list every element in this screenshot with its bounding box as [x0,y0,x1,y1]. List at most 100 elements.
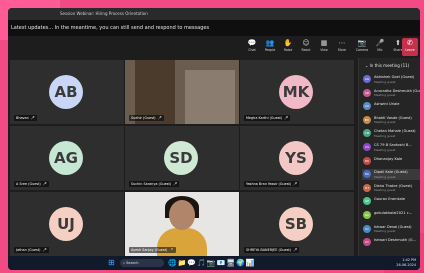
mic-muted-icon: 🎤 [42,182,47,186]
participant-list-item[interactable]: CS CS 79 B Santoshi B... Meeting guest [362,142,420,153]
raise-hand-button[interactable]: ✋ Raise [278,38,298,56]
chat-icon: 💬 [247,39,257,47]
leave-button[interactable]: ✆ Leave [402,38,418,56]
participant-name: Sudhir (Guest) 🎤 [129,115,164,121]
meeting-toolbar: 💬 Chat 👥 People ✋ Raise ☺ React ▦ View ⋯… [240,36,420,58]
grid-icon: ▦ [320,39,328,47]
avatar: YS [279,141,313,175]
participant-name: Chetan Mahale (Guest) [374,129,416,134]
participant-name: Gaurav Eramkale [374,197,406,202]
camera-button[interactable]: 📷 Camera [352,38,372,56]
participant-list-item[interactable]: ID Ishwar Desai (Guest) Meeting guest [362,224,420,235]
participant-name: CS 79 B Santoshi B... [374,143,412,147]
participant-role: Meeting guest [374,133,396,138]
system-clock[interactable]: 1:42 PM 26-06-2024 [378,258,416,268]
participant-role: Meeting guest [374,147,396,152]
avatar: UJ [49,207,83,241]
chat-button[interactable]: 💬 Chat [242,38,262,56]
title-bar: Session Webinar: Hiring Process Orientat… [8,8,420,20]
participant-role: Meeting guest [374,93,396,98]
mic-button[interactable]: 🎤 Mic [370,38,390,56]
view-button[interactable]: ▦ View [314,38,334,56]
avatar: AG [49,141,83,175]
participant-name: Suchin Saranya (Guest) 🎤 [129,181,180,187]
video-feed [185,70,235,124]
participant-list-item[interactable]: CM Chetan Mahale (Guest) Meeting guest [362,128,420,139]
avatar: MK [279,75,313,109]
mic-muted-icon: 🎤 [173,182,178,186]
participant-list-item[interactable]: DT Disha Thakre (Guest) Meeting guest [362,183,420,194]
banner-text: Latest updates... In the meantime, you c… [11,25,210,31]
participant-name: Megha Karthi (Guest) 🎤 [244,115,291,121]
participant-tile[interactable]: AB Bhavan 🎤 [10,60,124,124]
participant-role: Meeting guest [374,188,396,193]
avatar: ID [363,224,371,233]
participant-name: Ayesh Sanjay (Guest) 🎤 [129,247,176,253]
participant-list-item[interactable]: GE Gaurav Eramkale [362,196,420,207]
mic-muted-icon: 🎤 [42,248,47,252]
participant-tile[interactable]: AG A Sree (Guest) 🎤 [10,126,124,190]
participant-list-item[interactable]: GC gokulakkalai2021 c... [362,210,420,221]
mic-muted-icon: 🎤 [169,248,174,252]
avatar: AU [363,102,371,111]
participant-tile[interactable]: UJ Jathan (Guest) 🎤 [10,192,124,256]
participant-name: Bhakti Vasde (Guest) [374,115,412,120]
react-button[interactable]: ☺ React [296,38,316,56]
avatar: CS [363,143,371,151]
participant-name: gokulakkalai2021 c... [374,211,413,215]
participant-tile[interactable]: SB SHREYA BANERJEE (Guest) 🎤 [240,192,354,256]
participant-name: Ishwar Desai (Guest) [374,224,412,229]
avatar: SB [279,207,313,241]
participant-name: Bhavan 🎤 [14,115,38,121]
participant-list-item[interactable]: BV Bhakti Vasde (Guest) Meeting guest [362,115,420,126]
mic-muted-icon: 🎤 [157,116,162,120]
people-icon: 👥 [265,39,275,47]
avatar: DT [363,183,371,192]
participant-name: Yashna Bran Yassir (Guest) 🎤 [244,181,300,187]
participant-list-item[interactable]: ADAnuradha Deshmukh (Guest)Meeting guest [362,88,420,99]
avatar: AD [363,88,371,97]
windows-taskbar: ⊞ ⌕ Search 🌐📁💬🎵📷📧🖥🌍📊 1:42 PM 26-06-2024 [8,256,420,270]
avatar: AG [363,75,371,83]
avatar: GC [363,211,371,219]
mic-muted-icon: 🎤 [30,116,36,120]
participant-name: Dipali Kale (Guest) [374,170,408,175]
participant-role: Meeting guest [374,120,396,125]
mic-icon: 🎤 [375,39,385,47]
participant-name: Ishwari Deshmukh (G... [374,238,416,243]
avatar: CM [363,129,371,138]
participant-video-tile[interactable]: Sudhir (Guest) 🎤 [125,60,239,124]
smile-icon: ☺ [302,39,310,47]
window-title: Session Webinar: Hiring Process Orientat… [60,11,148,16]
participant-list-item[interactable]: ID Ishwari Deshmukh (G... [362,237,420,248]
taskbar-search[interactable]: ⌕ Search [120,259,164,267]
more-button[interactable]: ⋯ More [332,38,352,56]
more-icon: ⋯ [338,39,346,47]
participant-tile[interactable]: MK Megha Karthi (Guest) 🎤 [240,60,354,124]
participant-tile[interactable]: SD Suchin Saranya (Guest) 🎤 [125,126,239,190]
participant-list-item[interactable]: AG Abhishek Goel (Guest) Meeting guest [362,74,420,85]
video-grid: AB Bhavan 🎤 Sudhir (Guest) 🎤 MK Megha Kart… [8,58,356,256]
participant-video-tile[interactable]: Ayesh Sanjay (Guest) 🎤 [125,192,239,256]
participants-panel: ⌄ In this meeting (11) AG Abhishek Goel (… [358,58,420,256]
avatar: ID [363,238,371,247]
avatar: DK [363,156,371,165]
panel-title: ⌄ In this meeting (11) [365,63,410,68]
participant-name: Dhananjay Kale [374,156,403,161]
participant-list-item[interactable]: DK Dipali Kale (Guest) Meeting guest [362,169,420,181]
windows-start-icon[interactable]: ⊞ [108,258,115,268]
participant-list-item[interactable]: AU Ashwini Uriale [362,101,420,112]
camera-icon: 📷 [357,39,367,47]
pinned-apps[interactable]: 🌐📁💬🎵📷📧🖥🌍📊 [168,258,256,268]
participant-name: Anuradha Deshmukh (Guest) [374,88,420,93]
avatar: AB [49,75,83,109]
notification-banner: Latest updates... In the meantime, you c… [8,20,420,36]
phone-icon: ✆ [407,39,413,47]
avatar: GE [363,197,371,206]
participant-tile[interactable]: YS Yashna Bran Yassir (Guest) 🎤 [240,126,354,190]
participant-role: Meeting guest [374,79,396,84]
participant-list-item[interactable]: DK Dhananjay Kale [362,156,420,167]
participant-role: Meeting guest [374,229,396,234]
participant-name: SHREYA BANERJEE (Guest) 🎤 [244,247,300,253]
people-button[interactable]: 👥 People [260,38,280,56]
